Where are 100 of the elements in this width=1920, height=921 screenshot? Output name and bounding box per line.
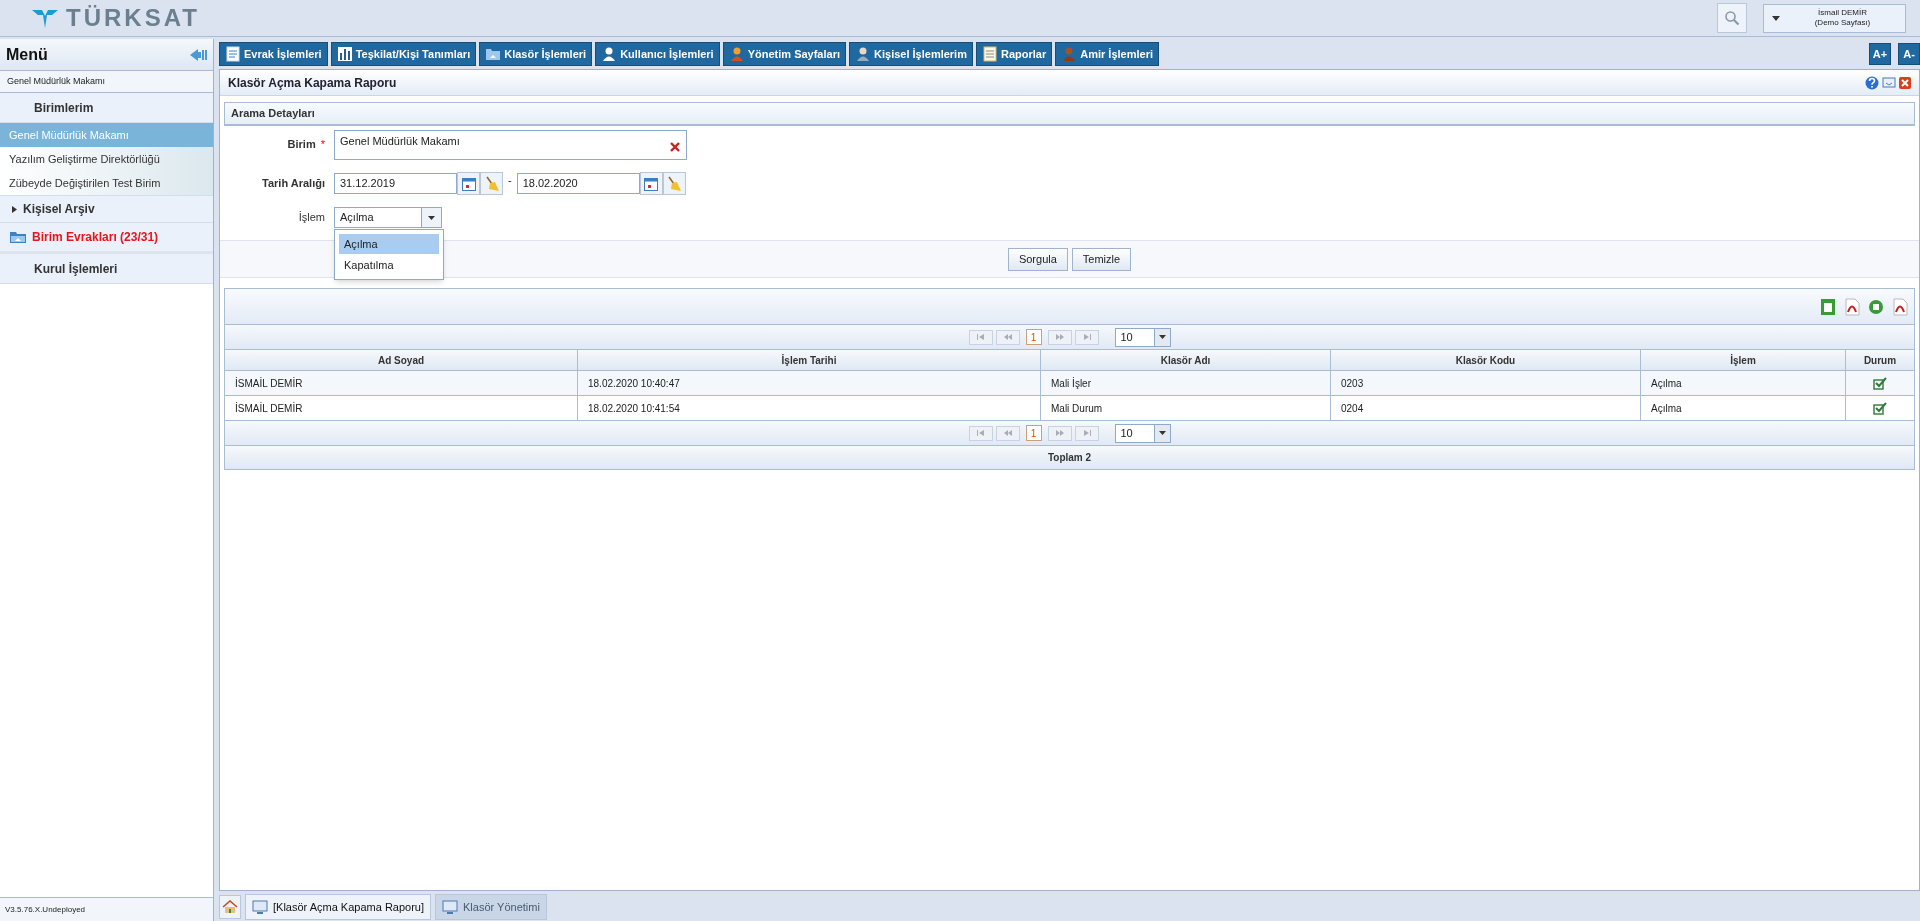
column-header[interactable]: Durum: [1846, 350, 1914, 370]
action-button[interactable]: Sorgula: [1007, 247, 1068, 271]
menu-tab[interactable]: Teşkilat/Kişi Tanımları: [330, 42, 477, 66]
column-header[interactable]: Ad Soyad: [225, 350, 578, 370]
caret-right-icon: [12, 205, 17, 213]
pdf-icon[interactable]: [1844, 297, 1860, 316]
clear-icon[interactable]: [669, 141, 681, 153]
menu-title: Menü: [6, 44, 48, 65]
calendar-icon: [460, 175, 477, 192]
section-title: Arama Detayları: [225, 103, 1914, 125]
page-size-select[interactable]: 10: [1114, 423, 1171, 443]
folder-icon: [485, 46, 502, 62]
person-icon: [855, 46, 871, 62]
first-page-icon: [975, 334, 986, 340]
section-header[interactable]: Kişisel Arşiv: [0, 195, 213, 223]
required-mark: *: [320, 137, 325, 152]
menu-tab[interactable]: Yönetim Sayfaları: [722, 42, 846, 66]
window-tab[interactable]: Klasör Yönetimi: [435, 894, 547, 920]
field-label: İşlem: [298, 210, 325, 226]
home-button[interactable]: [219, 895, 241, 919]
caret-icon: [1772, 15, 1780, 21]
spreadsheet-icon[interactable]: [1820, 297, 1836, 316]
user-subtitle: (Demo Sayfası): [1814, 18, 1871, 28]
next-page-icon: [1054, 334, 1065, 340]
unit-field[interactable]: Genel Müdürlük Makamı: [334, 130, 687, 160]
first-page-icon: [975, 430, 986, 436]
menu-tab[interactable]: Amir İşlemleri: [1055, 42, 1159, 66]
help-icon[interactable]: [1865, 75, 1879, 90]
table-cell: Açılma: [1641, 396, 1846, 420]
document-icon: [225, 46, 241, 62]
table-cell: 0203: [1331, 371, 1641, 395]
section-header[interactable]: Kurul İşlemleri: [0, 254, 213, 284]
current-page[interactable]: 1: [1025, 425, 1042, 441]
field-label: Tarih Aralığı: [262, 176, 325, 192]
font-size-button[interactable]: A-: [1898, 43, 1920, 65]
window-tab[interactable]: [Klasör Açma Kapama Raporu]: [245, 894, 432, 920]
action-button[interactable]: Temizle: [1071, 247, 1132, 271]
collapse-arrow-icon[interactable]: [189, 47, 207, 62]
caret-icon: [1158, 335, 1166, 339]
search-button[interactable]: [1717, 3, 1747, 33]
monitor-icon[interactable]: [1882, 76, 1896, 89]
page-size-select[interactable]: 10: [1114, 327, 1171, 347]
calendar-button[interactable]: [457, 172, 480, 195]
monitor-icon: [252, 900, 268, 914]
table-cell: İSMAİL DEMİR: [225, 371, 578, 395]
last-page-icon: [1081, 334, 1092, 340]
check-icon: [1873, 376, 1887, 390]
dropdown-option[interactable]: Açılma: [339, 234, 439, 254]
caret-icon: [428, 215, 435, 220]
broom-button[interactable]: [662, 172, 686, 195]
close-icon[interactable]: [1899, 76, 1911, 89]
table-cell: 18.02.2020 10:41:54: [578, 396, 1041, 420]
search-icon: [1724, 10, 1740, 26]
previous-page-icon: [1002, 430, 1013, 436]
column-header[interactable]: İşlem Tarihi: [578, 350, 1041, 370]
caret-icon: [1158, 431, 1166, 435]
column-header[interactable]: Klasör Adı: [1041, 350, 1331, 370]
version-label: V3.5.76.X.Undeployed: [0, 897, 213, 921]
section-header[interactable]: Birim Evrakları (23/31): [0, 223, 213, 254]
font-size-button[interactable]: A+: [1869, 43, 1891, 65]
user-menu[interactable]: İsmail DEMİR (Demo Sayfası): [1763, 3, 1906, 33]
spreadsheet-icon[interactable]: [1868, 297, 1884, 316]
pdf-icon[interactable]: [1892, 297, 1908, 316]
date-field[interactable]: 18.02.2020: [516, 173, 640, 194]
menu-tab[interactable]: Kullanıcı İşlemleri: [595, 42, 720, 66]
monitor-icon: [442, 900, 459, 914]
total-count: Toplam 2: [1047, 451, 1092, 465]
menu-tab[interactable]: Kişisel İşlemlerim: [849, 42, 973, 66]
date-field[interactable]: 31.12.2019: [334, 173, 457, 194]
report-icon: [981, 46, 998, 62]
table-cell: İSMAİL DEMİR: [225, 396, 578, 420]
table-cell: 18.02.2020 10:40:47: [578, 371, 1041, 395]
menu-tab[interactable]: Evrak İşlemleri: [219, 42, 328, 66]
user-name: İsmail DEMİR: [1818, 8, 1867, 18]
broom-button[interactable]: [480, 172, 503, 195]
table-cell: Mali Durum: [1041, 396, 1331, 420]
operation-select[interactable]: Açılma: [334, 207, 442, 228]
field-label: Birim: [287, 137, 316, 152]
check-icon: [1873, 401, 1887, 415]
bar-chart-icon: [336, 46, 353, 62]
home-icon: [222, 900, 238, 914]
previous-page-icon: [1002, 334, 1013, 340]
column-header[interactable]: Klasör Kodu: [1331, 350, 1641, 370]
table-cell: Mali İşler: [1041, 371, 1331, 395]
person-icon: [728, 46, 745, 62]
menu-tab[interactable]: Raporlar: [975, 42, 1053, 66]
folder-icon: [9, 230, 27, 244]
broom-icon: [483, 175, 500, 192]
last-page-icon: [1081, 430, 1092, 436]
column-header[interactable]: İşlem: [1641, 350, 1846, 370]
calendar-button[interactable]: [639, 172, 663, 195]
panel-title: Klasör Açma Kapama Raporu: [228, 74, 397, 92]
person-icon: [1061, 46, 1078, 62]
current-unit: Genel Müdürlük Makamı: [0, 71, 213, 93]
current-page[interactable]: 1: [1025, 329, 1042, 345]
dropdown-option[interactable]: Kapatılma: [339, 255, 439, 275]
menu-tab[interactable]: Klasör İşlemleri: [479, 42, 593, 66]
broom-icon: [666, 175, 683, 192]
section-header[interactable]: Birimlerim: [0, 93, 213, 123]
table-cell: 0204: [1331, 396, 1641, 420]
